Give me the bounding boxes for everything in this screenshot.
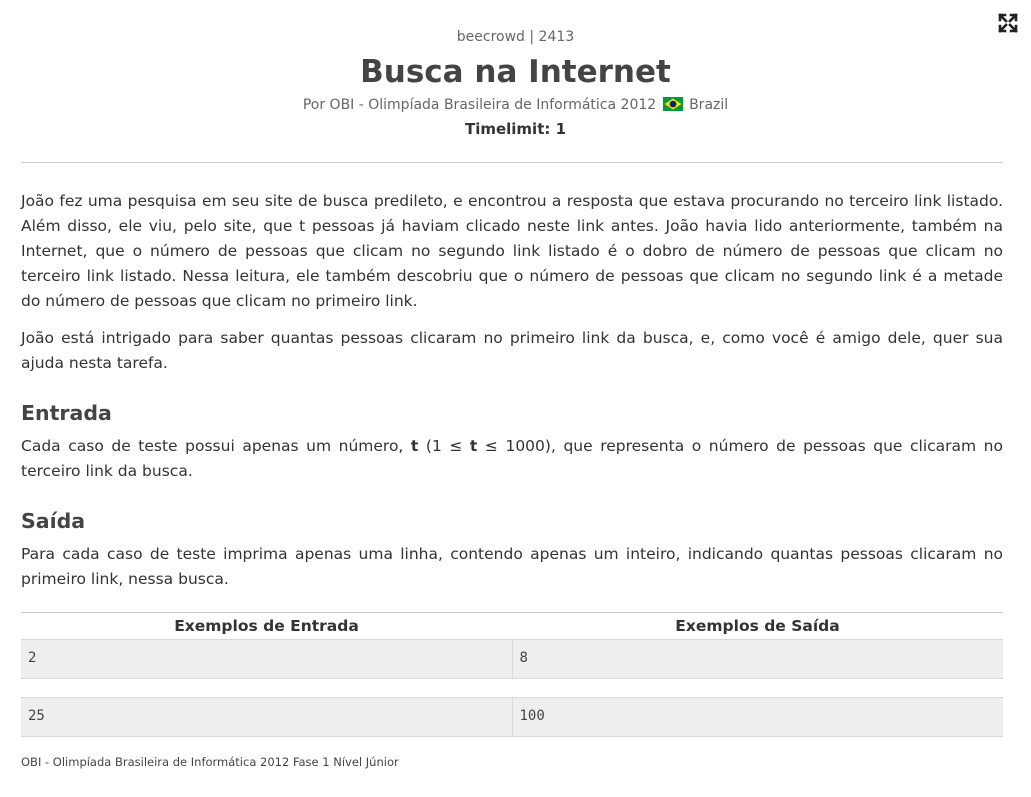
fullscreen-button[interactable] <box>997 12 1019 34</box>
input-range-close: ≤ 1000) <box>477 437 551 455</box>
input-text-before: Cada caso de teste possui apenas um núme… <box>21 437 411 455</box>
examples-output-header: Exemplos de Saída <box>675 617 840 635</box>
problem-header: beecrowd | 2413 Busca na Internet Por OB… <box>0 0 1031 138</box>
examples-table: Exemplos de Entrada Exemplos de Saída 2 … <box>21 612 1003 737</box>
description-paragraph-1: João fez uma pesquisa em seu site de bus… <box>21 192 1003 310</box>
brazil-flag-icon <box>662 97 683 111</box>
examples-header: Exemplos de Entrada Exemplos de Saída <box>21 613 1003 639</box>
timelimit: Timelimit: 1 <box>464 120 567 138</box>
examples-input-header: Exemplos de Entrada <box>174 617 359 635</box>
problem-author: Por OBI - Olimpíada Brasileira de Inform… <box>0 96 1031 114</box>
input-range-open: (1 ≤ <box>418 437 470 455</box>
author-country: Brazil <box>689 97 729 113</box>
output-section-title: Saída <box>21 509 86 533</box>
problem-source: OBI - Olimpíada Brasileira de Informátic… <box>21 755 399 769</box>
output-description: Para cada caso de teste imprima apenas u… <box>21 545 1003 588</box>
example-row: 25 100 <box>21 697 1003 737</box>
example-row: 2 8 <box>21 639 1003 679</box>
header-divider <box>21 162 1003 163</box>
example-input[interactable]: 25 <box>21 698 513 736</box>
input-description: Cada caso de teste possui apenas um núme… <box>21 434 1003 484</box>
example-input[interactable]: 2 <box>21 640 513 678</box>
example-output[interactable]: 100 <box>513 698 1004 736</box>
example-output[interactable]: 8 <box>513 640 1004 678</box>
author-name[interactable]: Por OBI - Olimpíada Brasileira de Inform… <box>303 97 656 113</box>
problem-content: João fez uma pesquisa em seu site de bus… <box>0 189 1031 769</box>
problem-title: Busca na Internet <box>360 54 671 90</box>
description-paragraph-2: João está intrigado para saber quantas p… <box>21 329 1003 372</box>
problem-id: beecrowd | 2413 <box>456 29 575 45</box>
input-section-title: Entrada <box>21 401 112 425</box>
expand-icon <box>998 13 1018 33</box>
